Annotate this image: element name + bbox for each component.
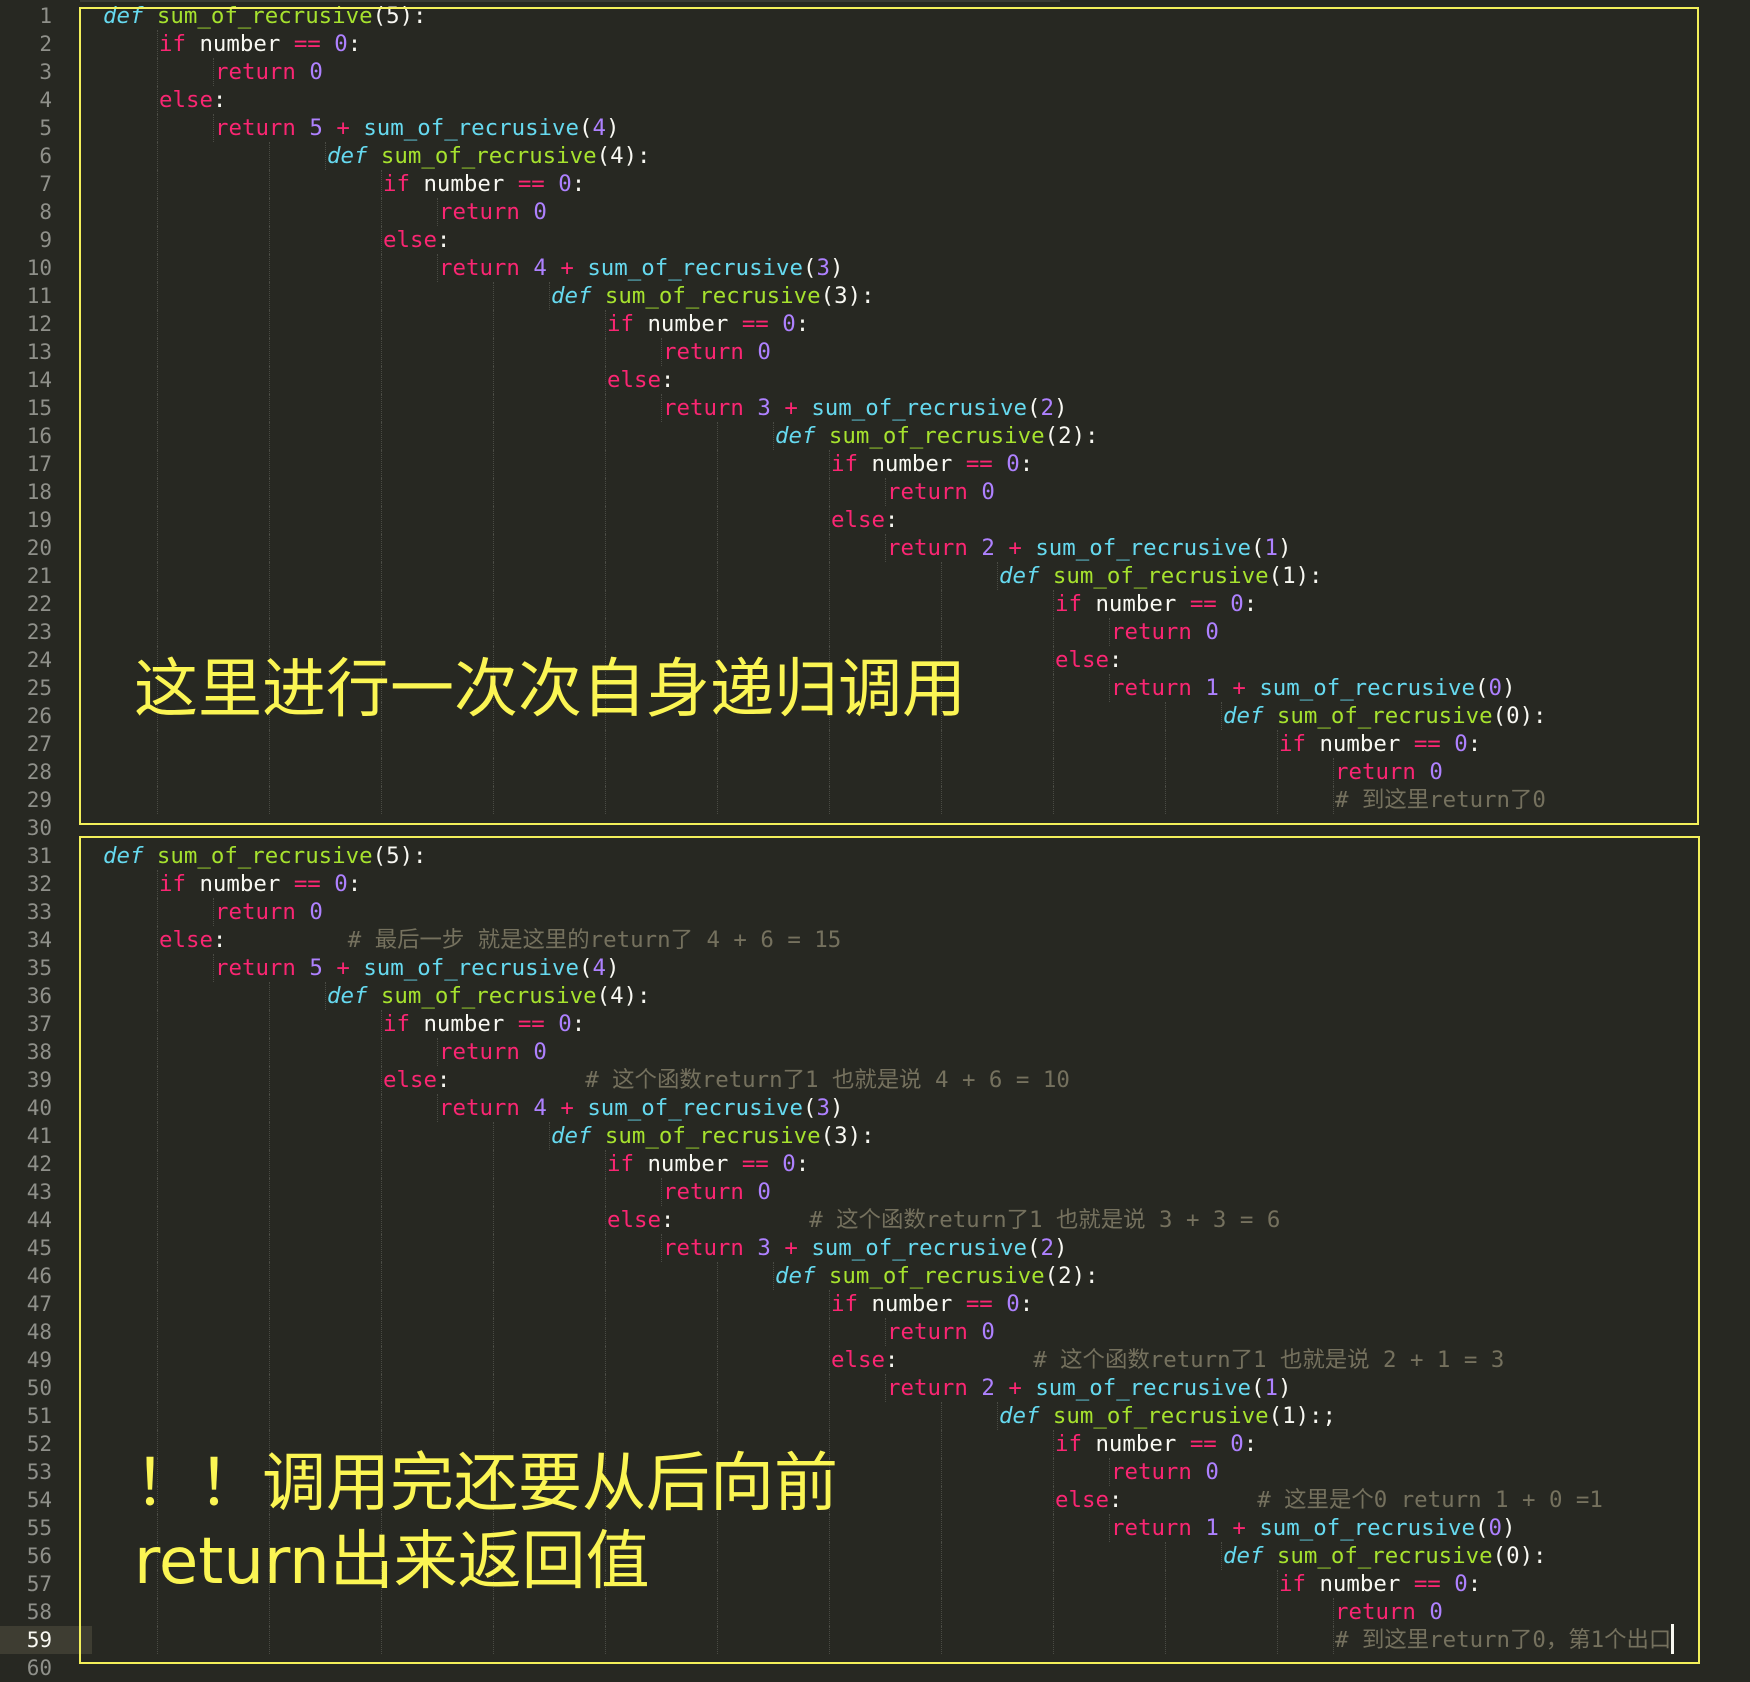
line-number: 35 — [26, 956, 52, 980]
line-number: 41 — [26, 1124, 52, 1148]
line-number: 29 — [26, 788, 52, 812]
line-number: 34 — [26, 928, 52, 952]
line-number: 18 — [26, 480, 52, 504]
line-number: 10 — [26, 256, 52, 280]
line-number: 45 — [26, 1236, 52, 1260]
line-number: 52 — [26, 1432, 52, 1456]
line-number: 30 — [26, 816, 52, 840]
line-number: 20 — [26, 536, 52, 560]
line-number: 48 — [26, 1320, 52, 1344]
line-number: 19 — [26, 508, 52, 532]
line-number: 32 — [26, 872, 52, 896]
line-number: 6 — [39, 144, 52, 168]
line-number: 59 — [26, 1628, 52, 1652]
line-number: 27 — [26, 732, 52, 756]
line-number: 23 — [26, 620, 52, 644]
line-number: 25 — [26, 676, 52, 700]
line-number: 58 — [26, 1600, 52, 1624]
line-number: 39 — [26, 1068, 52, 1092]
line-number-gutter: 1 2 3 4 5 6 7 8 9 10 11 12 13 14 15 16 17 18 19 20 21 22 23 24 2… — [0, 0, 92, 1682]
line-number: 8 — [39, 200, 52, 224]
code-editor[interactable]: 1 2 3 4 5 6 7 8 9 10 11 12 13 14 15 16 17 18 19 20 21 22 23 24 2… — [0, 0, 1750, 1682]
line-number: 57 — [26, 1572, 52, 1596]
line-number: 4 — [39, 88, 52, 112]
line-number: 2 — [39, 32, 52, 56]
line-number: 43 — [26, 1180, 52, 1204]
line-number: 53 — [26, 1460, 52, 1484]
line-number: 54 — [26, 1488, 52, 1512]
line-number: 26 — [26, 704, 52, 728]
line-number: 11 — [26, 284, 52, 308]
line-number: 5 — [39, 116, 52, 140]
line-number: 60 — [26, 1656, 52, 1680]
line-number: 14 — [26, 368, 52, 392]
annotation-return-values-line2: return出来返回值 — [134, 1525, 650, 1599]
line-number: 22 — [26, 592, 52, 616]
line-number: 21 — [26, 564, 52, 588]
line-number: 42 — [26, 1152, 52, 1176]
line-number: 47 — [26, 1292, 52, 1316]
text-cursor — [1671, 1624, 1674, 1654]
line-number: 12 — [26, 312, 52, 336]
line-number: 49 — [26, 1348, 52, 1372]
annotation-return-values-line1: ！！调用完还要从后向前 — [134, 1447, 838, 1521]
line-number: 37 — [26, 1012, 52, 1036]
line-number: 9 — [39, 228, 52, 252]
line-number: 51 — [26, 1404, 52, 1428]
annotation-recursive-calls: 这里进行一次次自身递归调用 — [134, 653, 966, 727]
line-number: 24 — [26, 648, 52, 672]
line-number: 55 — [26, 1516, 52, 1540]
line-number: 7 — [39, 172, 52, 196]
line-number: 44 — [26, 1208, 52, 1232]
line-number: 38 — [26, 1040, 52, 1064]
line-number: 31 — [26, 844, 52, 868]
line-number: 3 — [39, 60, 52, 84]
line-number: 46 — [26, 1264, 52, 1288]
line-number: 40 — [26, 1096, 52, 1120]
line-number: 56 — [26, 1544, 52, 1568]
line-number: 50 — [26, 1376, 52, 1400]
line-number: 17 — [26, 452, 52, 476]
line-number: 15 — [26, 396, 52, 420]
line-number: 28 — [26, 760, 52, 784]
line-number: 33 — [26, 900, 52, 924]
line-number: 13 — [26, 340, 52, 364]
line-number: 36 — [26, 984, 52, 1008]
line-number: 16 — [26, 424, 52, 448]
line-number: 1 — [39, 4, 52, 28]
